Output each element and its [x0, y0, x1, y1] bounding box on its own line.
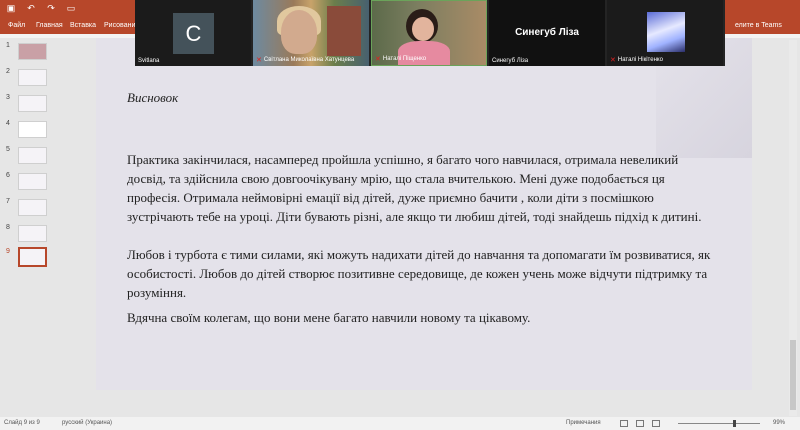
thumb-number: 1 [6, 42, 10, 49]
slide-heading[interactable]: Висновок [127, 90, 178, 106]
participant-display-name: Синегуб Ліза [515, 27, 579, 38]
present-icon[interactable]: ▭ [66, 3, 76, 13]
language-indicator[interactable]: русский (Украина) [62, 420, 112, 426]
participant-name: Наталі Нікітенко [617, 57, 663, 63]
mic-muted-icon: ✕ [375, 56, 381, 63]
vertical-scrollbar[interactable] [789, 40, 797, 416]
participant-tile[interactable]: Синегуб Ліза Синегуб Ліза [489, 0, 605, 66]
participant-name: Svitlana [138, 58, 160, 64]
tab-draw[interactable]: Рисование [104, 22, 139, 29]
participant-tile[interactable]: C Svitlana [135, 0, 251, 66]
participant-video [281, 10, 317, 54]
slide-thumb-1[interactable] [18, 43, 47, 60]
notes-button[interactable]: Примечания [566, 420, 601, 426]
thumb-number: 5 [6, 146, 10, 153]
slide-thumb-4[interactable] [18, 121, 47, 138]
mic-muted-icon: ✕ [610, 57, 616, 64]
participant-video [412, 17, 434, 41]
slide-thumbnails-panel: 1 2 3 4 5 6 7 8 9 [0, 38, 96, 417]
participant-name: Світлана Миколаївна Хатунцева [263, 57, 355, 63]
redo-icon[interactable]: ↷ [46, 3, 56, 13]
avatar: C [173, 13, 214, 54]
slide-counter: Слайд 9 из 9 [4, 420, 40, 426]
participant-name: Наталі Піщенко [382, 56, 427, 62]
thumb-number: 8 [6, 224, 10, 231]
mic-muted-icon: ✕ [256, 57, 262, 64]
participant-tile-active[interactable]: ✕ Наталі Піщенко [371, 0, 487, 66]
avatar [647, 12, 685, 52]
reading-view-icon[interactable] [652, 420, 660, 427]
background-image [327, 6, 361, 56]
video-call-strip: C Svitlana ✕ Світлана Миколаївна Хатунцев… [135, 0, 725, 66]
zoom-slider-knob[interactable] [733, 420, 736, 427]
thumb-number: 3 [6, 94, 10, 101]
quick-access-toolbar: ▣ ↶ ↷ ▭ [6, 3, 76, 13]
sorter-view-icon[interactable] [636, 420, 644, 427]
save-icon[interactable]: ▣ [6, 3, 16, 13]
slide-thumb-2[interactable] [18, 69, 47, 86]
undo-icon[interactable]: ↶ [26, 3, 36, 13]
slide-thumb-8[interactable] [18, 225, 47, 242]
slide-thumb-6[interactable] [18, 173, 47, 190]
slide-thumb-5[interactable] [18, 147, 47, 164]
tab-insert[interactable]: Вставка [70, 22, 96, 29]
thumb-number: 7 [6, 198, 10, 205]
thumb-number-selected: 9 [6, 248, 10, 255]
participant-tile[interactable]: ✕ Світлана Миколаївна Хатунцева [253, 0, 369, 66]
teams-link[interactable]: елите в Teams [735, 22, 782, 29]
zoom-slider[interactable] [678, 423, 760, 424]
slide-canvas[interactable]: Висновок Практика закінчилася, насампере… [96, 38, 752, 390]
tab-file[interactable]: Файл [8, 22, 25, 29]
zoom-level[interactable]: 99% [773, 420, 785, 426]
slide-thumb-7[interactable] [18, 199, 47, 216]
slide-paragraph[interactable]: Практика закінчилася, насамперед пройшла… [127, 150, 715, 226]
scrollbar-thumb[interactable] [790, 340, 796, 410]
thumb-number: 6 [6, 172, 10, 179]
tab-home[interactable]: Главная [36, 22, 63, 29]
slide-thumb-9[interactable] [18, 247, 47, 267]
thumb-number: 2 [6, 68, 10, 75]
slide-paragraph[interactable]: Вдячна своїм колегам, що вони мене багат… [127, 308, 715, 327]
participant-name: Синегуб Ліза [492, 58, 529, 64]
participant-tile[interactable]: ✕ Наталі Нікітенко [607, 0, 723, 66]
normal-view-icon[interactable] [620, 420, 628, 427]
slide-paragraph[interactable]: Любов і турбота є тими силами, які можут… [127, 245, 715, 302]
thumb-number: 4 [6, 120, 10, 127]
slide-thumb-3[interactable] [18, 95, 47, 112]
